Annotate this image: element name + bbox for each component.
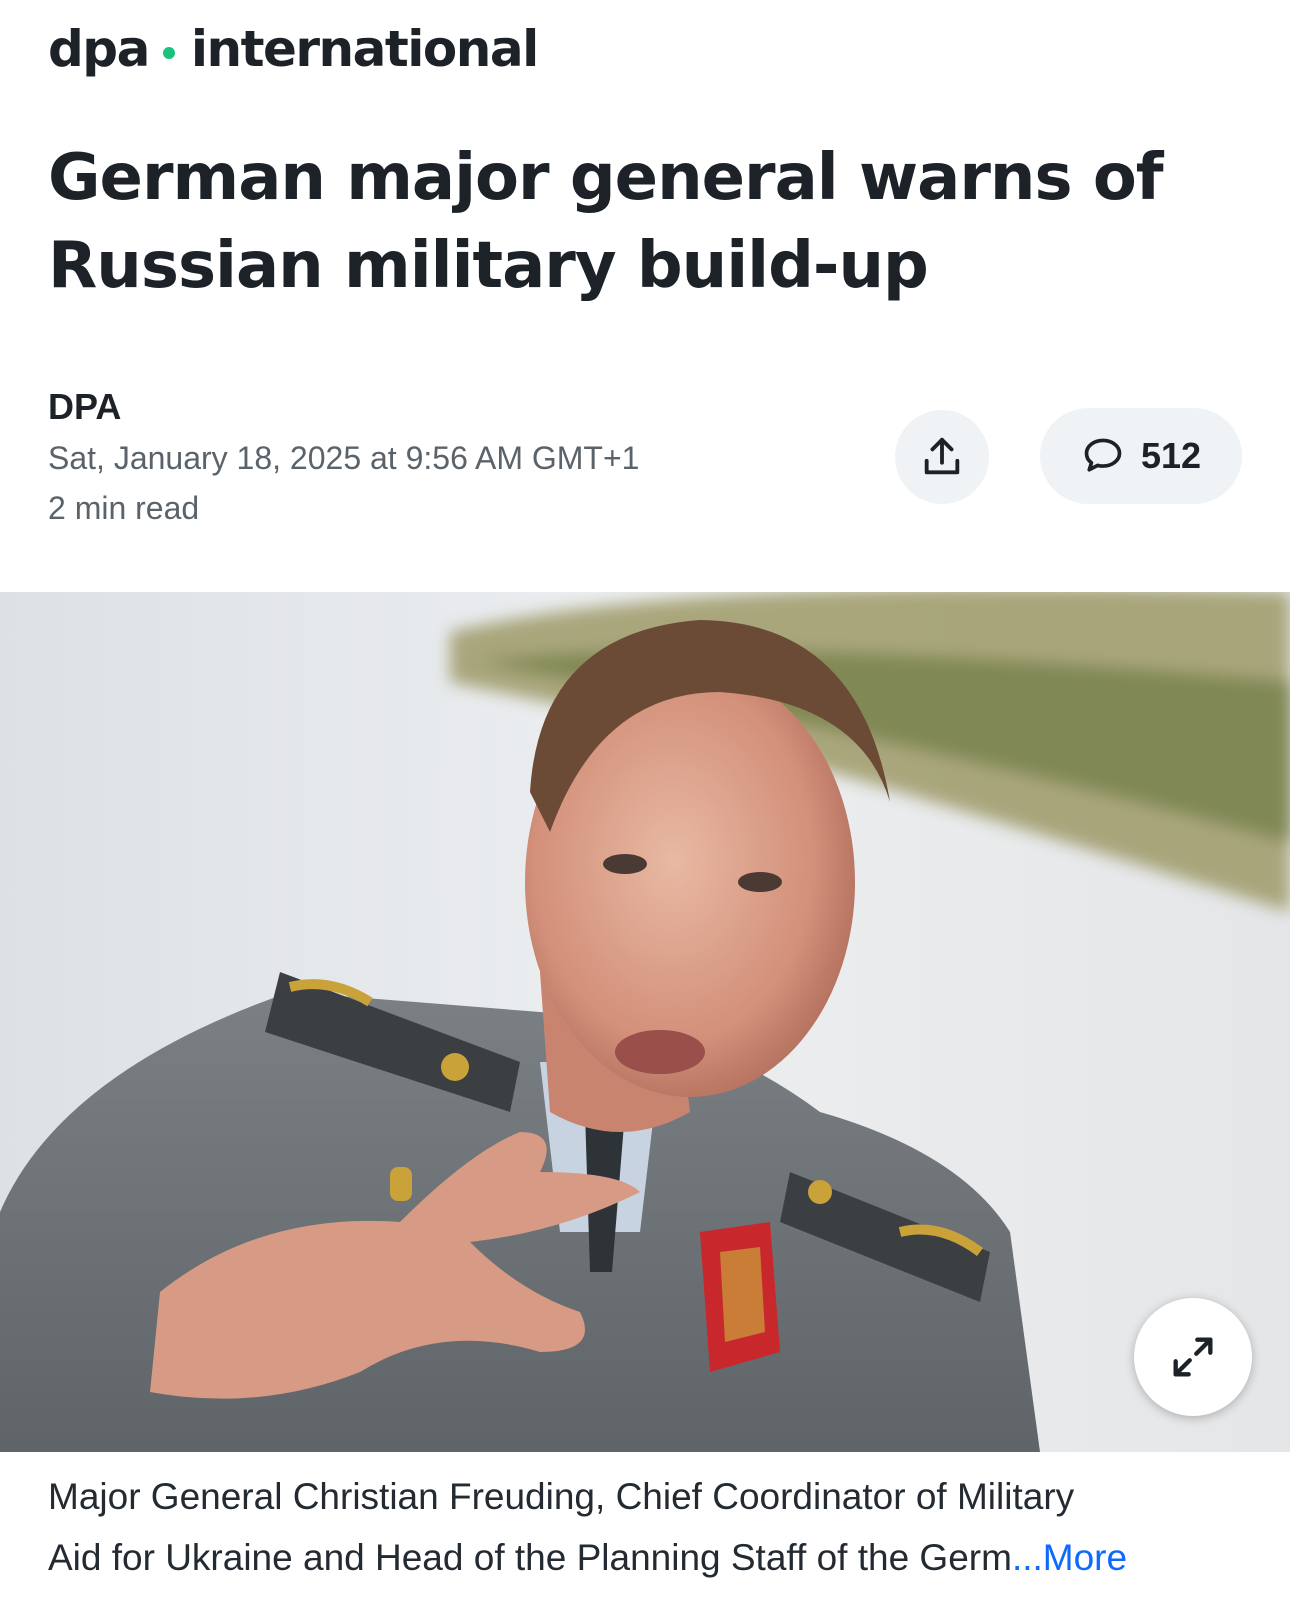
photo-caption: Major General Christian Freuding, Chief … (48, 1466, 1248, 1588)
comment-bubble-icon (1084, 438, 1122, 472)
article-headline: German major general warns of Russian mi… (48, 141, 1164, 303)
expand-photo-button[interactable] (1134, 1298, 1252, 1416)
expand-icon (1173, 1337, 1213, 1377)
brand-logo-dot (162, 47, 175, 59)
caption-line-2: Aid for Ukraine and Head of the Planning… (48, 1537, 1012, 1578)
article-photo[interactable] (0, 592, 1290, 1452)
caption-line-1: Major General Christian Freuding, Chief … (48, 1476, 1075, 1517)
brand-logo-international: international (190, 20, 539, 78)
brand-logo[interactable]: dpa international (48, 14, 539, 84)
article-date: Sat, January 18, 2025 at 9:56 AM GMT+1 (48, 440, 640, 476)
share-button[interactable] (895, 410, 989, 504)
brand-logo-dpa: dpa (48, 20, 150, 78)
article-read-time: 2 min read (48, 490, 200, 526)
share-icon (924, 437, 960, 475)
caption-more-link[interactable]: ...More (1012, 1527, 1127, 1588)
article-author[interactable]: DPA (48, 386, 121, 428)
comment-count: 512 (1140, 435, 1202, 476)
comments-button[interactable]: 512 (1040, 408, 1242, 504)
photo-portrait-illustration (0, 592, 1290, 1452)
